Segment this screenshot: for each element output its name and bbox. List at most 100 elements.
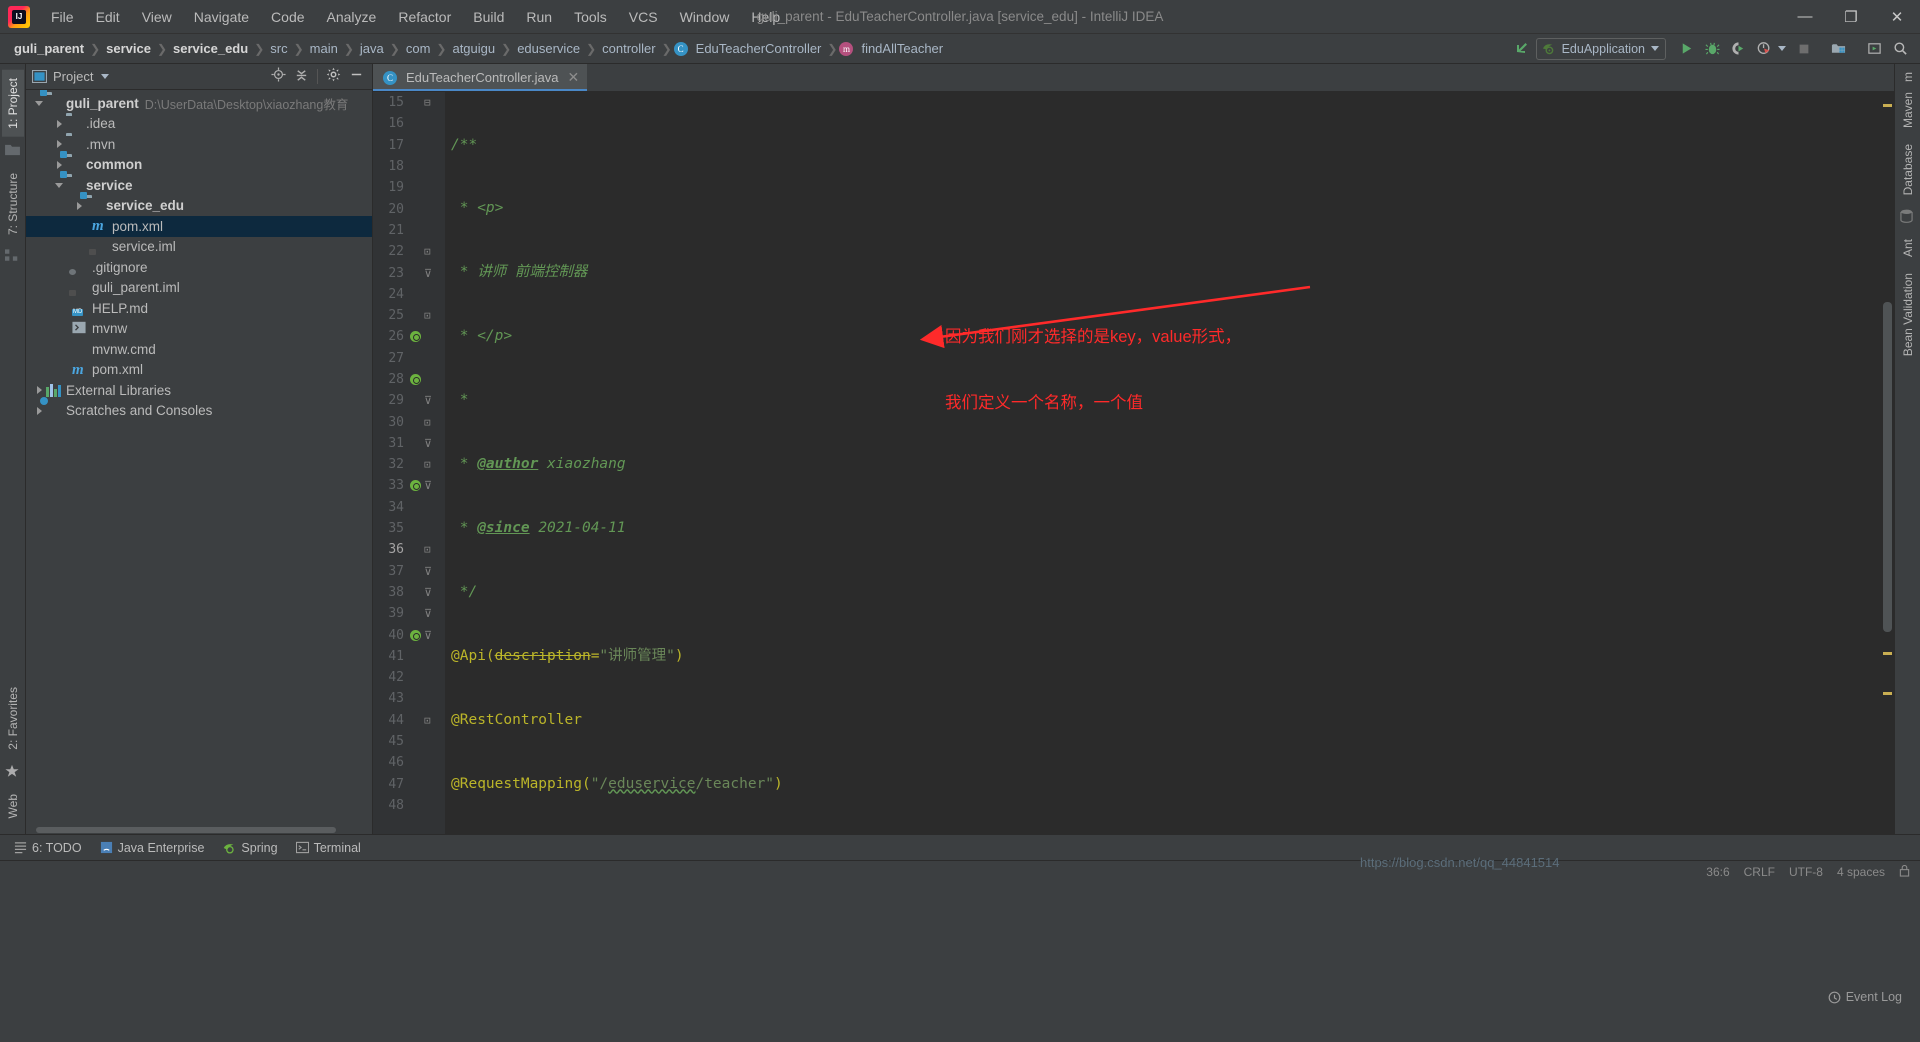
expand-arrow-icon[interactable] xyxy=(32,404,46,418)
menu-tools[interactable]: Tools xyxy=(563,5,618,29)
back-arrow-icon[interactable] xyxy=(1510,37,1534,61)
sidebar-tab-ant[interactable]: Ant xyxy=(1897,231,1919,265)
breadcrumb-src[interactable]: src xyxy=(266,39,291,58)
expand-arrow-icon[interactable] xyxy=(52,137,66,151)
tree-row-gitignore[interactable]: .gitignore xyxy=(26,257,372,278)
project-panel-hscrollbar[interactable] xyxy=(26,825,372,834)
tree-row-service-iml[interactable]: service.iml xyxy=(26,237,372,258)
close-button[interactable]: ✕ xyxy=(1874,0,1920,33)
run-button[interactable] xyxy=(1674,37,1698,61)
code-content[interactable]: /** * <p> * 讲师 前端控制器 * </p> * * @author … xyxy=(445,92,1880,834)
menu-window[interactable]: Window xyxy=(669,5,741,29)
breadcrumb-guli-parent[interactable]: guli_parent xyxy=(10,39,88,58)
breadcrumb-main[interactable]: main xyxy=(306,39,342,58)
tree-row-mvnw-cmd[interactable]: mvnw.cmd xyxy=(26,339,372,360)
tree-row-mvn[interactable]: .mvn xyxy=(26,134,372,155)
breadcrumb-class[interactable]: C EduTeacherController xyxy=(673,39,826,58)
editor-tab-eduteachercontroller[interactable]: C EduTeacherController.java ✕ xyxy=(373,64,588,91)
bottom-tab-todo[interactable]: 6: TODO xyxy=(8,839,94,857)
show-window-button[interactable] xyxy=(1862,37,1886,61)
sidebar-tab-m[interactable]: m xyxy=(1899,70,1917,84)
tree-row-guli-parent-iml[interactable]: guli_parent.iml xyxy=(26,278,372,299)
menu-code[interactable]: Code xyxy=(260,5,315,29)
gear-icon[interactable] xyxy=(326,67,341,87)
tree-row-pom-service[interactable]: m pom.xml xyxy=(26,216,372,237)
expand-arrow-icon[interactable] xyxy=(52,158,66,172)
project-folder-icon[interactable] xyxy=(4,143,21,159)
sidebar-tab-maven[interactable]: Maven xyxy=(1897,84,1919,136)
event-log-button[interactable]: Event Log xyxy=(1828,990,1902,1004)
file-encoding[interactable]: UTF-8 xyxy=(1789,865,1823,879)
warning-marker[interactable] xyxy=(1883,652,1892,655)
minimize-button[interactable]: — xyxy=(1782,0,1828,33)
breadcrumb-service[interactable]: service xyxy=(102,39,155,58)
breadcrumb-com[interactable]: com xyxy=(402,39,435,58)
tree-row-service[interactable]: service xyxy=(26,175,372,196)
sidebar-tab-structure[interactable]: 7: Structure xyxy=(2,165,24,243)
menu-view[interactable]: View xyxy=(131,5,183,29)
line-separator[interactable]: CRLF xyxy=(1744,865,1775,879)
menu-build[interactable]: Build xyxy=(462,5,515,29)
tree-row-service-edu[interactable]: service_edu xyxy=(26,196,372,217)
spring-bean-gutter-icon[interactable] xyxy=(409,480,421,492)
tree-row-external-libraries[interactable]: External Libraries xyxy=(26,380,372,401)
run-configuration-selector[interactable]: EduApplication xyxy=(1535,37,1666,60)
menu-help[interactable]: Help xyxy=(740,5,791,29)
tree-row-common[interactable]: common xyxy=(26,155,372,176)
sidebar-tab-favorites[interactable]: 2: Favorites xyxy=(2,679,24,758)
editor-body[interactable]: 15 ⊟ 16 17 18 19 20 21 22 ⊡ 23 ⊽ 24 25 ⊡ 26 … xyxy=(373,92,1894,834)
menu-file[interactable]: File xyxy=(40,5,85,29)
sidebar-tab-database[interactable]: Database xyxy=(1897,136,1919,203)
chevron-down-icon[interactable] xyxy=(101,74,110,79)
breadcrumb-atguigu[interactable]: atguigu xyxy=(448,39,499,58)
tree-row-scratches[interactable]: Scratches and Consoles xyxy=(26,401,372,422)
spring-autowired-gutter-icon[interactable] xyxy=(409,374,421,385)
database-icon[interactable] xyxy=(1899,209,1916,225)
structure-icon[interactable] xyxy=(4,249,21,265)
expand-arrow-icon[interactable] xyxy=(72,199,86,213)
tree-row-guli-parent[interactable]: guli_parent D:\UserData\Desktop\xiaozhan… xyxy=(26,93,372,114)
scrollbar-thumb[interactable] xyxy=(1883,302,1892,632)
profiler-button[interactable] xyxy=(1752,37,1776,61)
breadcrumb-controller[interactable]: controller xyxy=(598,39,659,58)
maximize-button[interactable]: ❐ xyxy=(1828,0,1874,33)
menu-edit[interactable]: Edit xyxy=(85,5,131,29)
lock-icon[interactable] xyxy=(1899,864,1910,880)
tree-row-help-md[interactable]: MD HELP.md xyxy=(26,298,372,319)
collapse-all-icon[interactable] xyxy=(294,67,309,87)
profiler-chevron-down-icon[interactable] xyxy=(1778,46,1786,51)
debug-button[interactable] xyxy=(1700,37,1724,61)
bottom-tab-java-enterprise[interactable]: Java Enterprise xyxy=(94,839,217,857)
warning-marker[interactable] xyxy=(1883,104,1892,107)
search-everywhere-button[interactable] xyxy=(1888,37,1912,61)
breadcrumb-method[interactable]: m findAllTeacher xyxy=(839,39,947,58)
tree-row-mvnw[interactable]: mvnw xyxy=(26,319,372,340)
editor-scrollbar[interactable] xyxy=(1880,92,1894,834)
indent-setting[interactable]: 4 spaces xyxy=(1837,865,1885,879)
menu-run[interactable]: Run xyxy=(515,5,563,29)
warning-marker[interactable] xyxy=(1883,692,1892,695)
tree-row-idea[interactable]: .idea xyxy=(26,114,372,135)
locate-icon[interactable] xyxy=(271,66,286,87)
project-tree[interactable]: guli_parent D:\UserData\Desktop\xiaozhan… xyxy=(26,90,372,825)
expand-arrow-icon[interactable] xyxy=(32,383,46,397)
menu-vcs[interactable]: VCS xyxy=(618,5,669,29)
run-with-coverage-button[interactable] xyxy=(1726,37,1750,61)
menu-analyze[interactable]: Analyze xyxy=(316,5,388,29)
menu-refactor[interactable]: Refactor xyxy=(387,5,462,29)
sidebar-tab-bean-validation[interactable]: Bean Validation xyxy=(1897,265,1919,364)
spring-bean-gutter-icon[interactable] xyxy=(409,629,421,641)
sidebar-tab-web[interactable]: Web xyxy=(2,786,24,826)
hide-panel-icon[interactable] xyxy=(349,67,364,87)
tree-row-pom-root[interactable]: m pom.xml xyxy=(26,360,372,381)
editor-gutter[interactable]: 15 ⊟ 16 17 18 19 20 21 22 ⊡ 23 ⊽ 24 25 ⊡ 26 … xyxy=(373,92,445,834)
expand-arrow-icon[interactable] xyxy=(32,96,46,110)
expand-arrow-icon[interactable] xyxy=(52,178,66,192)
expand-arrow-icon[interactable] xyxy=(52,117,66,131)
menu-navigate[interactable]: Navigate xyxy=(183,5,260,29)
close-icon[interactable]: ✕ xyxy=(567,69,579,86)
updates-button[interactable] xyxy=(1826,37,1850,61)
breadcrumb-java[interactable]: java xyxy=(356,39,388,58)
sidebar-tab-project[interactable]: 1: Project xyxy=(1,70,24,137)
bottom-tab-terminal[interactable]: Terminal xyxy=(290,839,373,857)
